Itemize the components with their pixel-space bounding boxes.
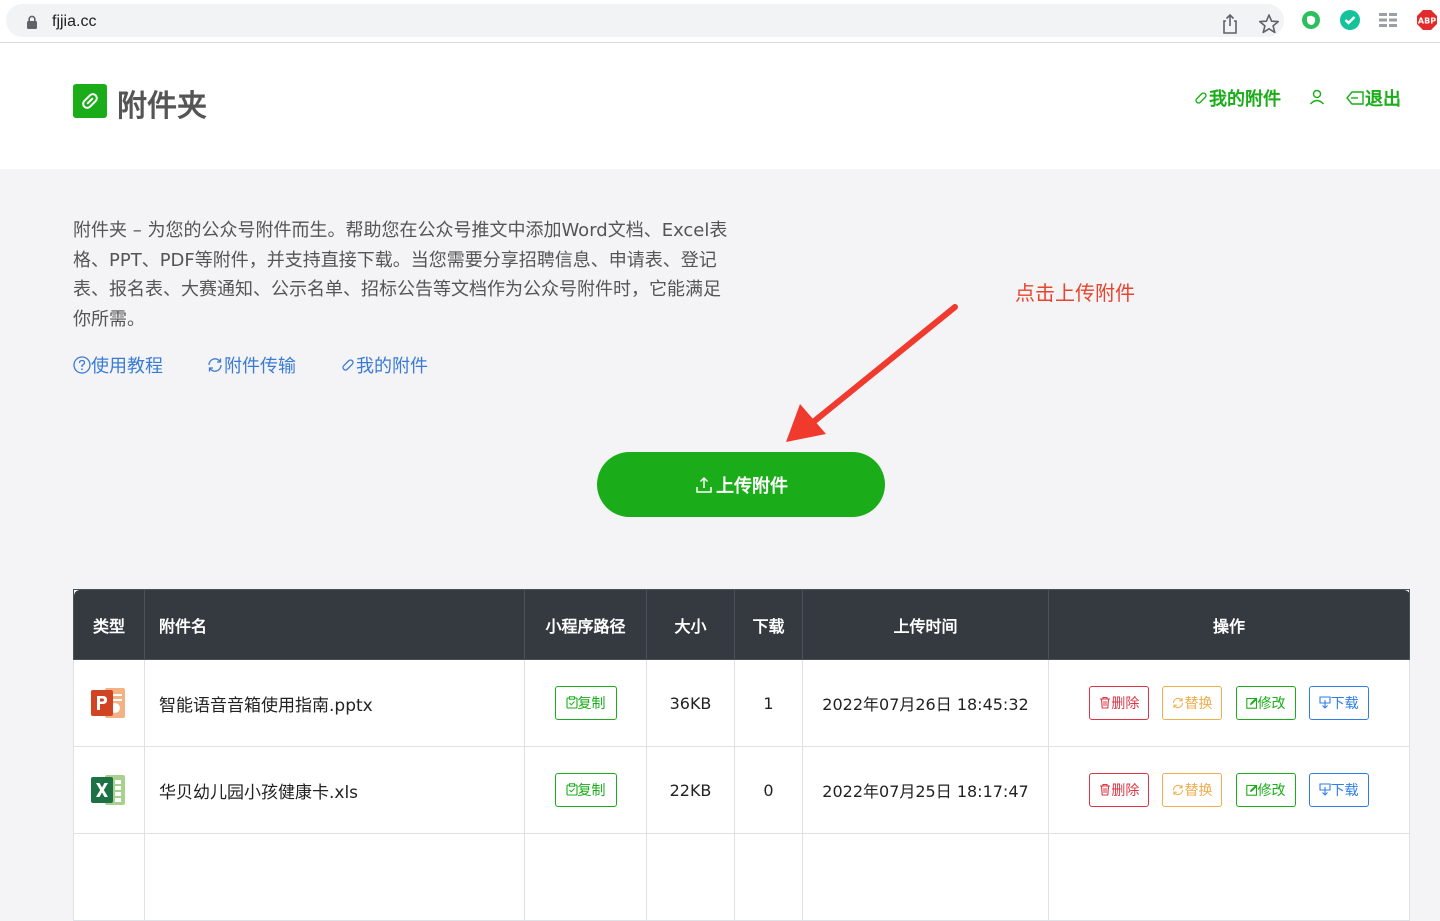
nav-logout-label: 退出: [1365, 89, 1401, 110]
cell-ops: 删除 替换 修改 下载: [1048, 659, 1410, 747]
cell-name: 智能语音音箱使用指南.pptx: [144, 659, 525, 747]
clipboard-icon: [565, 696, 578, 709]
replace-button[interactable]: 替换: [1162, 686, 1223, 720]
adblock-plus-icon[interactable]: ABP: [1416, 9, 1438, 31]
edit-label: 修改: [1257, 783, 1286, 799]
attachments-table: 类型 附件名 小程序路径 大小 下载 上传时间 操作 智能语音音箱使用指南.pp…: [73, 589, 1410, 921]
powerpoint-icon: [91, 688, 125, 718]
cell-name: 华贝幼儿园小孩健康卡.xls: [144, 746, 525, 834]
cell-downloads: 0: [734, 746, 803, 834]
link-icon: [342, 359, 354, 371]
cell-time: 2022年07月26日 18:45:32: [802, 659, 1049, 747]
cell-downloads: 1: [734, 659, 803, 747]
download-button[interactable]: 下载: [1308, 686, 1369, 720]
refresh-icon: [1173, 697, 1184, 709]
copy-path-button[interactable]: 复制: [554, 686, 617, 720]
delete-label: 删除: [1111, 783, 1140, 799]
col-downloads: 下载: [734, 589, 803, 660]
table-row-partial: [73, 833, 1410, 921]
replace-label: 替换: [1184, 783, 1213, 799]
link-tutorial[interactable]: 使用教程: [73, 352, 163, 378]
col-time: 上传时间: [802, 589, 1049, 660]
trash-icon: [1100, 783, 1111, 796]
cell-ops: 删除 替换 修改 下载: [1048, 746, 1410, 834]
col-size: 大小: [646, 589, 735, 660]
edit-button[interactable]: 修改: [1235, 773, 1296, 807]
download-label: 下载: [1330, 696, 1359, 712]
col-name: 附件名: [144, 589, 525, 660]
cell-time: 2022年07月25日 18:17:47: [802, 746, 1049, 834]
share-icon[interactable]: [1220, 13, 1240, 35]
replace-label: 替换: [1184, 696, 1213, 712]
col-ops: 操作: [1048, 589, 1410, 660]
intro-description: 附件夹 – 为您的公众号附件而生。帮助您在公众号推文中添加Word文档、Exce…: [73, 220, 728, 330]
user-icon[interactable]: [1308, 88, 1326, 106]
logout-icon: [1346, 91, 1364, 105]
edit-icon: [1245, 697, 1257, 709]
upload-attachment-label: 上传附件: [716, 475, 788, 497]
site-header: 附件夹 我的附件 退出: [0, 43, 1440, 169]
nav-my-attachments-label: 我的附件: [1209, 89, 1281, 110]
cell-type: [73, 659, 145, 747]
download-icon: [1319, 783, 1331, 796]
cell-size: 36KB: [646, 659, 735, 747]
refresh-icon: [1173, 784, 1184, 796]
download-button[interactable]: 下载: [1308, 773, 1369, 807]
edit-icon: [1245, 784, 1257, 796]
link-tutorial-label: 使用教程: [91, 356, 163, 377]
replace-button[interactable]: 替换: [1162, 773, 1223, 807]
delete-label: 删除: [1111, 696, 1140, 712]
refresh-icon: [208, 358, 222, 372]
delete-button[interactable]: 删除: [1089, 773, 1150, 807]
copy-path-button[interactable]: 复制: [554, 773, 617, 807]
annotation-text: 点击上传附件: [1015, 281, 1135, 305]
grammarly-extension-icon[interactable]: [1340, 10, 1360, 30]
link-icon: [1195, 92, 1207, 104]
cell-path: 复制: [524, 659, 647, 747]
table-row: 华贝幼儿园小孩健康卡.xls 复制 22KB 0 2022年07月25日 18:…: [73, 746, 1410, 834]
link-my-attachments[interactable]: 我的附件: [340, 352, 428, 378]
download-icon: [1319, 696, 1331, 709]
grid-extension-icon[interactable]: [1378, 10, 1398, 30]
clipboard-icon: [565, 783, 578, 796]
upload-attachment-button[interactable]: 上传附件: [597, 452, 885, 517]
table-row: 智能语音音箱使用指南.pptx 复制 36KB 1 2022年07月26日 18…: [73, 659, 1410, 747]
copy-label: 复制: [577, 696, 606, 712]
excel-icon: [91, 775, 125, 805]
adblock-plus-label: ABP: [1418, 17, 1436, 26]
edit-button[interactable]: 修改: [1235, 686, 1296, 720]
evernote-extension-icon[interactable]: [1301, 10, 1321, 30]
nav-logout[interactable]: 退出: [1345, 85, 1401, 111]
cell-size: 22KB: [646, 746, 735, 834]
trash-icon: [1100, 696, 1111, 709]
download-label: 下载: [1330, 783, 1359, 799]
upload-icon: [696, 476, 712, 493]
cell-path: 复制: [524, 746, 647, 834]
edit-label: 修改: [1257, 696, 1286, 712]
bookmark-star-icon[interactable]: [1258, 13, 1280, 35]
url-text: fjjia.cc: [52, 13, 97, 30]
table-header-row: 类型 附件名 小程序路径 大小 下载 上传时间 操作: [73, 589, 1410, 660]
link-transfer-label: 附件传输: [224, 356, 296, 377]
paperclip-logo-icon[interactable]: [73, 84, 107, 118]
question-circle-icon: [73, 356, 91, 374]
col-type: 类型: [73, 589, 145, 660]
cell-type: [73, 746, 145, 834]
nav-my-attachments[interactable]: 我的附件: [1193, 85, 1281, 111]
copy-label: 复制: [577, 783, 606, 799]
browser-toolbar: fjjia.cc ABP: [0, 0, 1440, 43]
address-bar[interactable]: fjjia.cc: [6, 4, 1284, 37]
link-transfer[interactable]: 附件传输: [206, 352, 296, 378]
delete-button[interactable]: 删除: [1089, 686, 1150, 720]
lock-icon: [27, 15, 37, 29]
col-path: 小程序路径: [524, 589, 647, 660]
site-title[interactable]: 附件夹: [117, 81, 207, 125]
link-my-attachments-label: 我的附件: [356, 356, 428, 377]
